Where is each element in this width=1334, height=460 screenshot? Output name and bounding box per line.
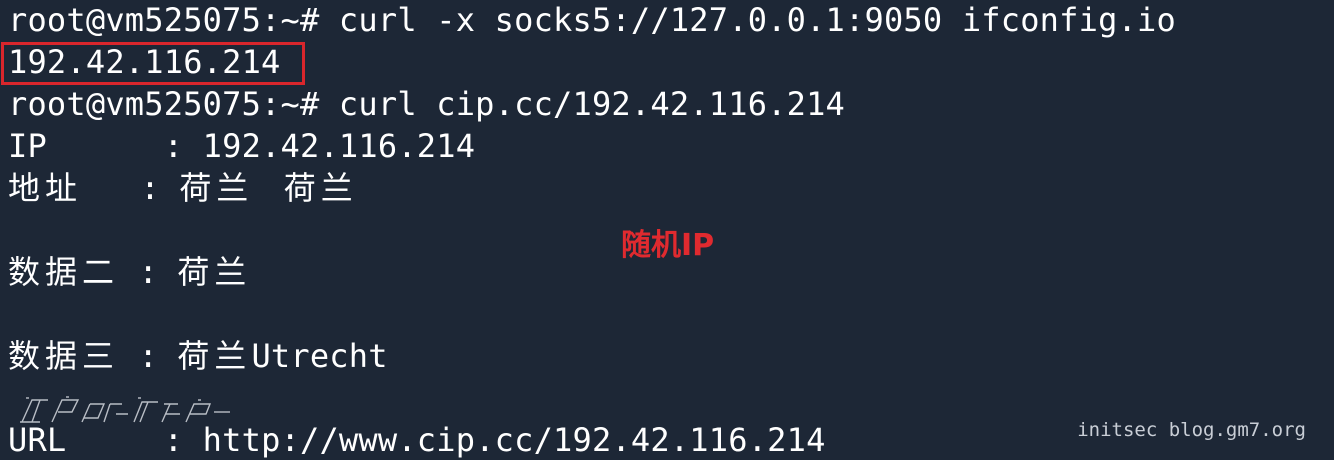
result-address-row: 地址 : 荷兰 荷兰 (8, 168, 358, 208)
field-label: 地址 (8, 169, 83, 207)
field-value: 荷兰 (177, 253, 252, 291)
field-separator: : (46, 127, 203, 165)
result-data3-row: 数据三 : 荷兰Utrecht (8, 336, 388, 376)
field-value: 荷兰 (177, 337, 252, 375)
field-label: IP (8, 127, 47, 165)
command-text: curl -x socks5://127.0.0.1:9050 ifconfig… (319, 1, 1176, 39)
field-separator: : (66, 421, 203, 459)
shell-prompt: root@vm525075:~# (8, 85, 320, 123)
field-label: URL (8, 421, 67, 459)
field-label: 数据三 (8, 337, 120, 375)
field-label: 数据二 (8, 253, 120, 291)
command-line-2: root@vm525075:~# curl cip.cc/192.42.116.… (8, 84, 845, 124)
command-text: curl cip.cc/192.42.116.214 (319, 85, 846, 123)
command-line-1: root@vm525075:~# curl -x socks5://127.0.… (8, 0, 1176, 40)
terminal-window[interactable]: root@vm525075:~# curl -x socks5://127.0.… (0, 0, 1334, 460)
ip-highlight-box (1, 42, 305, 85)
field-separator: : (82, 169, 180, 207)
field-value-suffix: Utrecht (251, 337, 388, 375)
watermark-text: initsec blog.gm7.org (1077, 419, 1306, 441)
field-value: 192.42.116.214 (202, 127, 476, 165)
result-url-row: URL : http://www.cip.cc/192.42.116.214 (8, 420, 826, 460)
field-separator: : (119, 253, 178, 291)
field-separator: : (119, 337, 178, 375)
field-value: 荷兰 荷兰 (179, 169, 358, 207)
field-value: http://www.cip.cc/192.42.116.214 (202, 421, 826, 459)
result-data2-row: 数据二 : 荷兰 (8, 252, 251, 292)
shell-prompt: root@vm525075:~# (8, 1, 320, 39)
watermark-logo-icon (20, 396, 230, 423)
result-ip-row: IP : 192.42.116.214 (8, 126, 475, 166)
random-ip-annotation: 随机IP (621, 228, 715, 263)
